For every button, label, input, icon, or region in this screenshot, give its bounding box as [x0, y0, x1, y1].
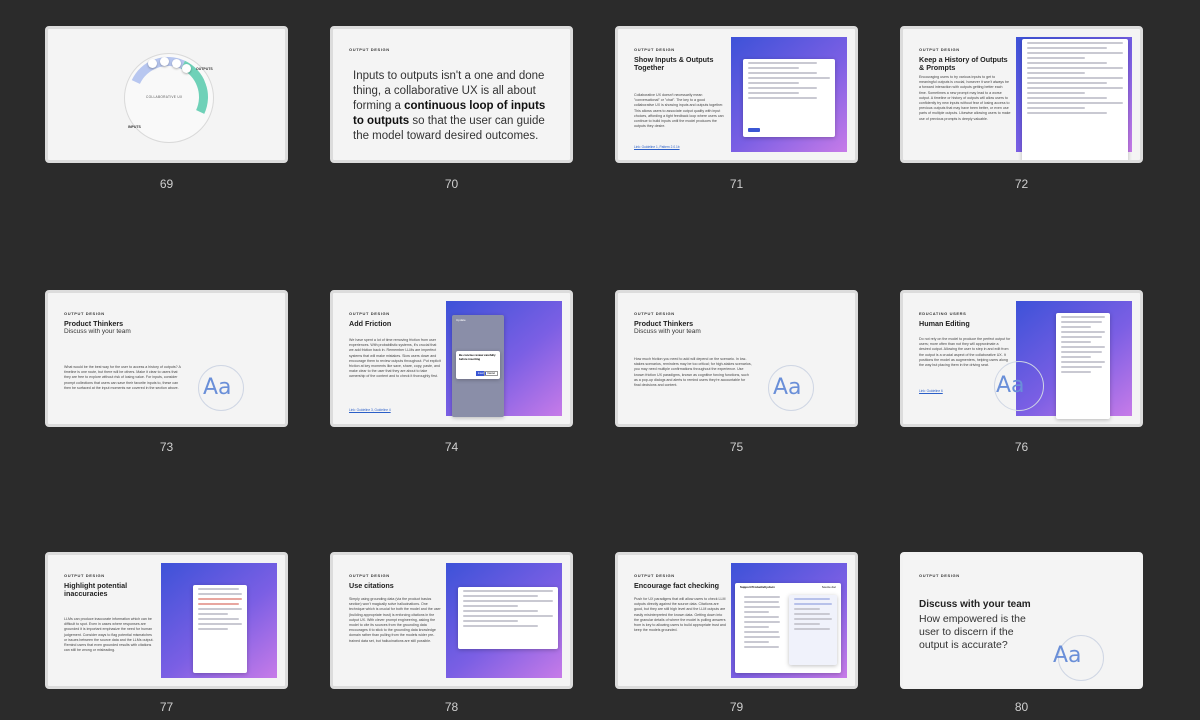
slide-eyebrow: EDUCATING USERS: [919, 311, 967, 316]
slide-subtitle: Discuss with your team: [634, 328, 701, 335]
gradient-panel: Aa: [994, 301, 1132, 419]
slide-number: 69: [159, 177, 174, 191]
slide-title: Encourage fact checking: [634, 581, 720, 590]
slide-eyebrow: OUTPUT DESIGN: [634, 573, 675, 578]
loop-diagram: OUTPUTS COLLABORATIVE UX INPUTS: [116, 45, 220, 149]
mock-inaccuracy-card: [193, 585, 247, 673]
slide-question: How empowered is the user to discern if …: [919, 613, 1026, 651]
dialog-cancel-button[interactable]: Cancel: [484, 371, 498, 376]
slide-number: 73: [159, 440, 174, 454]
slide-number: 74: [444, 440, 459, 454]
slide-title: Product Thinkers: [634, 319, 694, 328]
slide-link[interactable]: Link: Guideline 3, Guideline 4: [349, 408, 391, 412]
slide-title: Discuss with your team: [919, 599, 1031, 610]
slide-eyebrow: OUTPUT DESIGN: [919, 573, 960, 578]
doc-tab[interactable]: Source doc: [822, 585, 836, 589]
gradient-panel: [731, 37, 847, 152]
inputs-label: INPUTS: [128, 125, 141, 129]
slide-eyebrow: OUTPUT DESIGN: [64, 311, 105, 316]
gradient-panel: [1016, 37, 1132, 160]
slide-69[interactable]: OUTPUTS COLLABORATIVE UX INPUTS: [45, 26, 288, 163]
slide-eyebrow: OUTPUT DESIGN: [349, 311, 390, 316]
slide-eyebrow: OUTPUT DESIGN: [634, 47, 675, 52]
slide-74[interactable]: OUTPUT DESIGN Add Friction We have spent…: [330, 290, 573, 427]
gradient-panel: Support Productivity.docx Source doc: [731, 563, 847, 678]
slide-78[interactable]: OUTPUT DESIGN Use citations Simply using…: [330, 552, 573, 689]
mock-dialog-window: Update Be concise review carefully befor…: [452, 315, 504, 417]
gradient-panel: [161, 563, 277, 678]
slide-title: Add Friction: [349, 319, 392, 328]
slide-eyebrow: OUTPUT DESIGN: [634, 311, 675, 316]
mock-edit-card: [1056, 313, 1110, 419]
doc-title: Support Productivity.docx: [740, 585, 775, 589]
slide-body: How much friction you need to add will d…: [634, 357, 752, 388]
slide-70[interactable]: OUTPUT DESIGN Inputs to outputs isn't a …: [330, 26, 573, 163]
slide-79[interactable]: OUTPUT DESIGN Encourage fact checking Pu…: [615, 552, 858, 689]
slide-body: Encouraging users to try various inputs …: [919, 75, 1011, 121]
slide-number: 72: [1014, 177, 1029, 191]
slide-title: Keep a History of Outputs & Prompts: [919, 55, 1008, 72]
slide-73[interactable]: OUTPUT DESIGN Product Thinkers Discuss w…: [45, 290, 288, 427]
slide-72[interactable]: OUTPUT DESIGN Keep a History of Outputs …: [900, 26, 1143, 163]
slide-75[interactable]: OUTPUT DESIGN Product Thinkers Discuss w…: [615, 290, 858, 427]
slide-body: Simply using grounding data (via the pro…: [349, 597, 441, 643]
slide-71[interactable]: OUTPUT DESIGN Show Inputs & Outputs Toge…: [615, 26, 858, 163]
slide-number: 78: [444, 700, 459, 714]
doc-highlight-panel: [789, 595, 837, 665]
slide-statement: Inputs to outputs isn't a one and done t…: [353, 70, 546, 142]
slide-link[interactable]: Link: Guideline 6: [919, 389, 943, 393]
mock-citation-card: [458, 587, 558, 649]
slide-eyebrow: OUTPUT DESIGN: [919, 47, 960, 52]
aa-glyph: Aa: [773, 375, 802, 400]
dialog-title: Be concise review carefully before inser…: [459, 353, 496, 361]
slide-number: 71: [729, 177, 744, 191]
slide-eyebrow: OUTPUT DESIGN: [349, 573, 390, 578]
slide-77[interactable]: OUTPUT DESIGN Highlight potential inaccu…: [45, 552, 288, 689]
slide-number: 70: [444, 177, 459, 191]
dialog-header: Update: [456, 318, 466, 322]
mock-doc-card: Support Productivity.docx Source doc: [735, 583, 841, 673]
mock-form-card: [743, 59, 835, 137]
slide-body: LLMs can produce inaccurate information …: [64, 617, 154, 653]
slide-title: Highlight potential inaccuracies: [64, 581, 128, 598]
slide-subtitle: Discuss with your team: [64, 328, 131, 335]
aa-glyph: Aa: [203, 375, 232, 400]
slide-number: 79: [729, 700, 744, 714]
aa-glyph: Aa: [996, 373, 1025, 398]
slide-body: Do not rely on the model to produce the …: [919, 337, 1011, 368]
slide-80[interactable]: OUTPUT DESIGN Discuss with your team How…: [900, 552, 1143, 689]
aa-glyph: Aa: [1053, 643, 1082, 668]
slide-number: 76: [1014, 440, 1029, 454]
mock-history-card: [1022, 39, 1128, 160]
slide-title: Show Inputs & Outputs Together: [634, 55, 714, 72]
gradient-panel: [446, 563, 562, 678]
slide-title: Use citations: [349, 581, 394, 590]
gradient-panel: Update Be concise review carefully befor…: [446, 301, 562, 417]
slide-body: We have spent a lot of time removing fri…: [349, 338, 441, 379]
slide-number: 80: [1014, 700, 1029, 714]
slide-eyebrow: OUTPUT DESIGN: [64, 573, 105, 578]
slide-link[interactable]: Link: Guideline 1, Pattern 2.0.1b: [634, 145, 680, 149]
slide-number: 75: [729, 440, 744, 454]
outputs-label: OUTPUTS: [196, 67, 213, 71]
slide-eyebrow: OUTPUT DESIGN: [349, 47, 390, 52]
center-label: COLLABORATIVE UX: [146, 95, 183, 99]
slide-title: Product Thinkers: [64, 319, 124, 328]
slide-number: 77: [159, 700, 174, 714]
slide-body: Push for UX paradigms that will allow us…: [634, 597, 726, 633]
slide-title: Human Editing: [919, 319, 970, 328]
slide-body: Collaborative UX doesn't necessarily mea…: [634, 93, 724, 129]
slide-76[interactable]: EDUCATING USERS Human Editing Do not rel…: [900, 290, 1143, 427]
slide-body: What would be the best way for the user …: [64, 365, 181, 390]
friction-dialog: Be concise review carefully before inser…: [456, 351, 500, 379]
